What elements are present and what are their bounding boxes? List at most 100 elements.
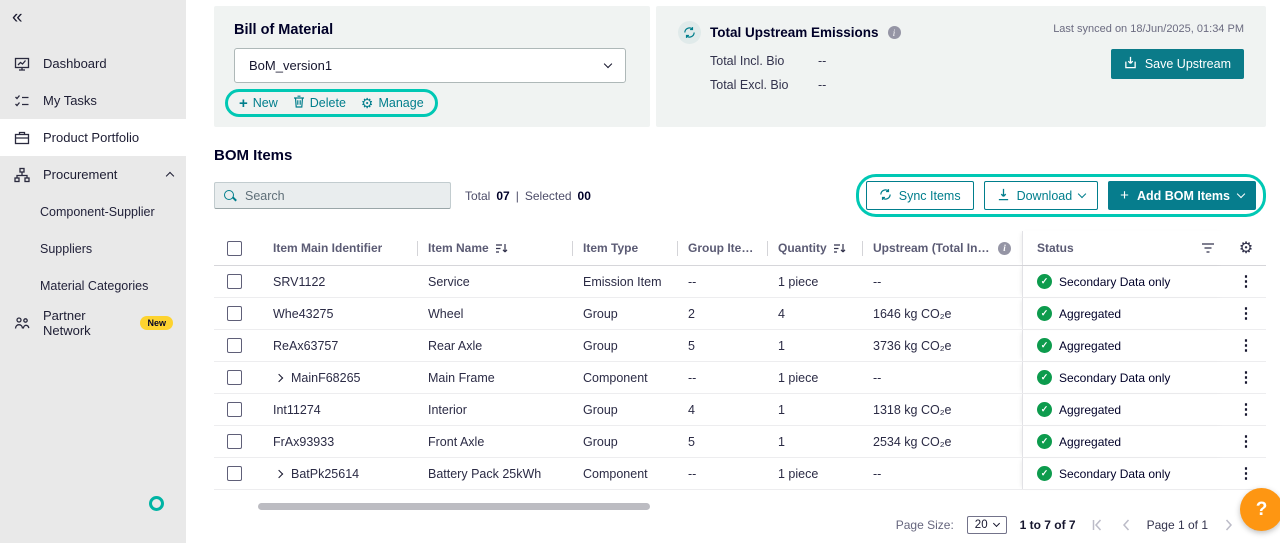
plus-icon: + (1120, 188, 1129, 203)
selected-value: 00 (578, 189, 591, 203)
add-bom-items-button[interactable]: + Add BOM Items (1108, 181, 1256, 210)
kebab-menu-icon[interactable]: ⋮ (1239, 466, 1254, 481)
kebab-menu-icon[interactable]: ⋮ (1239, 338, 1254, 353)
cell-quantity: 1 piece (767, 266, 862, 297)
header-status: Status (1022, 231, 1226, 265)
cell-id: ReAx63757 (262, 330, 417, 361)
delete-bom-button[interactable]: Delete (293, 95, 346, 111)
kebab-menu-icon[interactable]: ⋮ (1239, 402, 1254, 417)
sidebar-item-suppliers[interactable]: Suppliers (0, 230, 186, 267)
download-button[interactable]: Download (984, 181, 1099, 210)
previous-page-icon[interactable] (1118, 518, 1134, 532)
trash-icon (293, 95, 305, 111)
table-row: FrAx93933 Front Axle Group 5 1 2534 kg C… (214, 426, 1266, 458)
spinner-icon (149, 496, 164, 511)
cell-status: Secondary Data only (1022, 266, 1226, 297)
search-icon (224, 189, 237, 202)
sidebar-item-dashboard[interactable]: Dashboard (0, 45, 186, 82)
kebab-menu-icon[interactable]: ⋮ (1239, 370, 1254, 385)
total-excl-bio-value: -- (818, 78, 826, 92)
toolbar-buttons-highlight: Sync Items Download + Add BOM Items (856, 174, 1266, 217)
expand-row-icon[interactable] (273, 471, 285, 477)
row-checkbox[interactable] (227, 338, 242, 353)
cell-actions: ⋮ (1226, 394, 1266, 425)
bom-card-title: Bill of Material (234, 22, 630, 38)
filter-icon[interactable] (1201, 242, 1215, 254)
horizontal-scrollbar (214, 503, 1266, 510)
row-checkbox[interactable] (227, 466, 242, 481)
kebab-menu-icon[interactable]: ⋮ (1239, 306, 1254, 321)
status-check-icon (1037, 466, 1052, 481)
gear-icon[interactable]: ⚙ (1239, 238, 1253, 258)
cell-group-items: -- (677, 458, 767, 489)
page-size-select[interactable]: 20 (967, 516, 1007, 534)
row-checkbox[interactable] (227, 434, 242, 449)
row-checkbox[interactable] (227, 402, 242, 417)
status-check-icon (1037, 338, 1052, 353)
bom-items-title: BOM Items (214, 147, 1266, 164)
add-bom-items-label: Add BOM Items (1137, 189, 1230, 203)
help-button[interactable]: ? (1240, 488, 1280, 531)
cell-quantity: 1 (767, 330, 862, 361)
header-quantity: Quantity (767, 231, 862, 265)
sort-icon[interactable] (495, 242, 508, 255)
header-name: Item Name (417, 231, 572, 265)
cell-id: BatPk25614 (262, 458, 417, 489)
info-icon[interactable] (998, 242, 1011, 255)
row-checkbox-cell (214, 266, 262, 297)
status-check-icon (1037, 370, 1052, 385)
last-synced-text: Last synced on 18/Jun/2025, 01:34 PM (1053, 23, 1244, 35)
save-upstream-button[interactable]: Save Upstream (1111, 49, 1244, 79)
next-page-icon[interactable] (1221, 518, 1237, 532)
cell-name: Front Axle (417, 426, 572, 457)
bom-version-select[interactable]: BoM_version1 (234, 48, 626, 83)
save-upstream-label: Save Upstream (1145, 57, 1231, 71)
table-row: ReAx63757 Rear Axle Group 5 1 3736 kg CO… (214, 330, 1266, 362)
collapse-sidebar-icon[interactable]: « (0, 4, 35, 31)
sidebar-item-component-supplier[interactable]: Component-Supplier (0, 193, 186, 230)
sort-icon[interactable] (833, 242, 846, 255)
status-label: Aggregated (1059, 435, 1121, 449)
cell-name: Service (417, 266, 572, 297)
first-page-icon[interactable] (1089, 518, 1105, 532)
status-check-icon (1037, 306, 1052, 321)
cell-actions: ⋮ (1226, 266, 1266, 297)
row-checkbox[interactable] (227, 370, 242, 385)
expand-row-icon[interactable] (273, 375, 285, 381)
sidebar-item-label: Dashboard (43, 56, 107, 71)
tasks-icon (13, 93, 30, 109)
sidebar-item-partner-network[interactable]: Partner Network New (0, 304, 186, 341)
search-input[interactable] (245, 189, 441, 203)
bom-items-table: Item Main Identifier Item Name Item Type… (214, 231, 1266, 490)
total-excl-bio-row: Total Excl. Bio -- (678, 78, 901, 92)
scrollbar-thumb[interactable] (258, 503, 650, 510)
total-label: Total (465, 189, 490, 203)
gear-icon: ⚙ (361, 96, 374, 110)
new-bom-button[interactable]: + New (239, 96, 278, 111)
row-checkbox[interactable] (227, 306, 242, 321)
info-icon[interactable] (888, 26, 901, 39)
cell-status: Aggregated (1022, 298, 1226, 329)
row-checkbox-cell (214, 298, 262, 329)
cell-quantity: 1 (767, 394, 862, 425)
manage-bom-button[interactable]: ⚙ Manage (361, 96, 424, 110)
cell-quantity: 1 piece (767, 362, 862, 393)
row-checkbox[interactable] (227, 274, 242, 289)
sidebar-item-material-categories[interactable]: Material Categories (0, 267, 186, 304)
kebab-menu-icon[interactable]: ⋮ (1239, 274, 1254, 289)
kebab-menu-icon[interactable]: ⋮ (1239, 434, 1254, 449)
header-type: Item Type (572, 231, 677, 265)
total-incl-bio-label: Total Incl. Bio (710, 54, 818, 68)
chevron-down-icon (1078, 190, 1086, 198)
refresh-circle-icon (678, 21, 701, 44)
sync-items-button[interactable]: Sync Items (866, 181, 974, 210)
sidebar-item-product-portfolio[interactable]: Product Portfolio (0, 119, 186, 156)
table-header-row: Item Main Identifier Item Name Item Type… (214, 231, 1266, 266)
select-all-checkbox[interactable] (227, 241, 242, 256)
sidebar-item-my-tasks[interactable]: My Tasks (0, 82, 186, 119)
cell-status: Secondary Data only (1022, 362, 1226, 393)
sidebar-subitem-label: Suppliers (40, 242, 92, 256)
sidebar-item-procurement[interactable]: Procurement (0, 156, 186, 193)
sidebar-item-label: Product Portfolio (43, 130, 139, 145)
manage-bom-label: Manage (378, 96, 423, 110)
